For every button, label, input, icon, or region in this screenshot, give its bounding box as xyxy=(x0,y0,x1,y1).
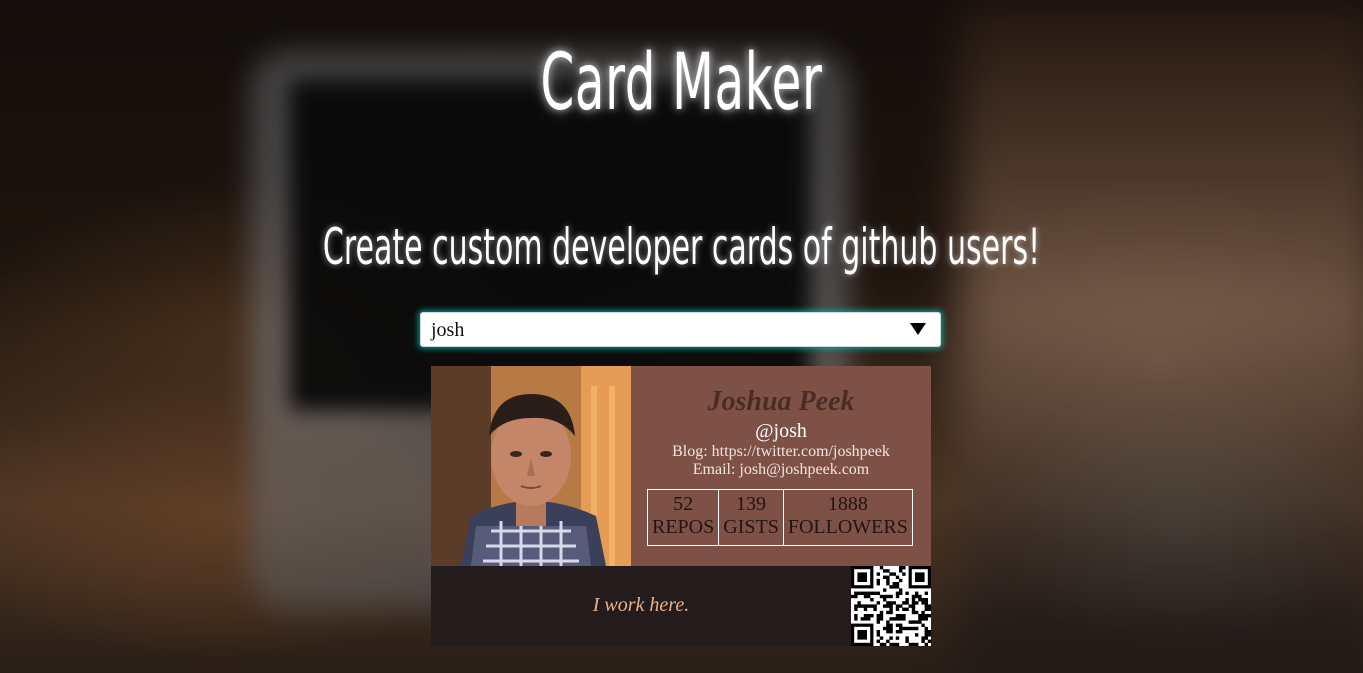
card-handle: @josh xyxy=(755,420,807,442)
page-subtitle: Create custom developer cards of github … xyxy=(322,218,1041,276)
stat-repos: 52 REPOS xyxy=(648,490,720,545)
card-header: Joshua Peek @josh Blog: https://twitter.… xyxy=(431,366,931,566)
chevron-down-icon[interactable] xyxy=(910,323,926,335)
stat-followers-label: FOLLOWERS xyxy=(787,516,908,538)
card-info: Joshua Peek @josh Blog: https://twitter.… xyxy=(631,366,931,566)
card-email: Email: josh@joshpeek.com xyxy=(692,461,870,478)
stat-gists: 139 GISTS xyxy=(719,490,784,545)
developer-card: Joshua Peek @josh Blog: https://twitter.… xyxy=(431,366,932,647)
stat-followers-value: 1888 xyxy=(827,493,868,515)
qr-code-graphic xyxy=(851,566,932,647)
stat-repos-label: REPOS xyxy=(652,516,715,538)
card-footer: I work here. xyxy=(431,566,932,647)
main-content: Card Maker Create custom developer cards… xyxy=(0,0,1363,673)
avatar-portrait xyxy=(431,366,631,566)
stat-repos-value: 52 xyxy=(673,493,694,515)
page-title: Card Maker xyxy=(540,38,823,128)
user-select[interactable]: josh xyxy=(420,312,941,347)
card-blog: Blog: https://twitter.com/joshpeek xyxy=(672,443,890,460)
card-name: Joshua Peek xyxy=(707,386,855,417)
stat-gists-label: GISTS xyxy=(723,516,779,538)
stat-gists-value: 139 xyxy=(736,493,767,515)
avatar xyxy=(431,366,631,566)
stat-followers: 1888 FOLLOWERS xyxy=(784,490,913,545)
user-select-value: josh xyxy=(431,319,465,341)
card-tagline: I work here. xyxy=(592,594,690,616)
qr-code-icon xyxy=(851,566,932,647)
card-stats: 52 REPOS 139 GISTS 1888 FOLLOWERS xyxy=(647,489,913,546)
